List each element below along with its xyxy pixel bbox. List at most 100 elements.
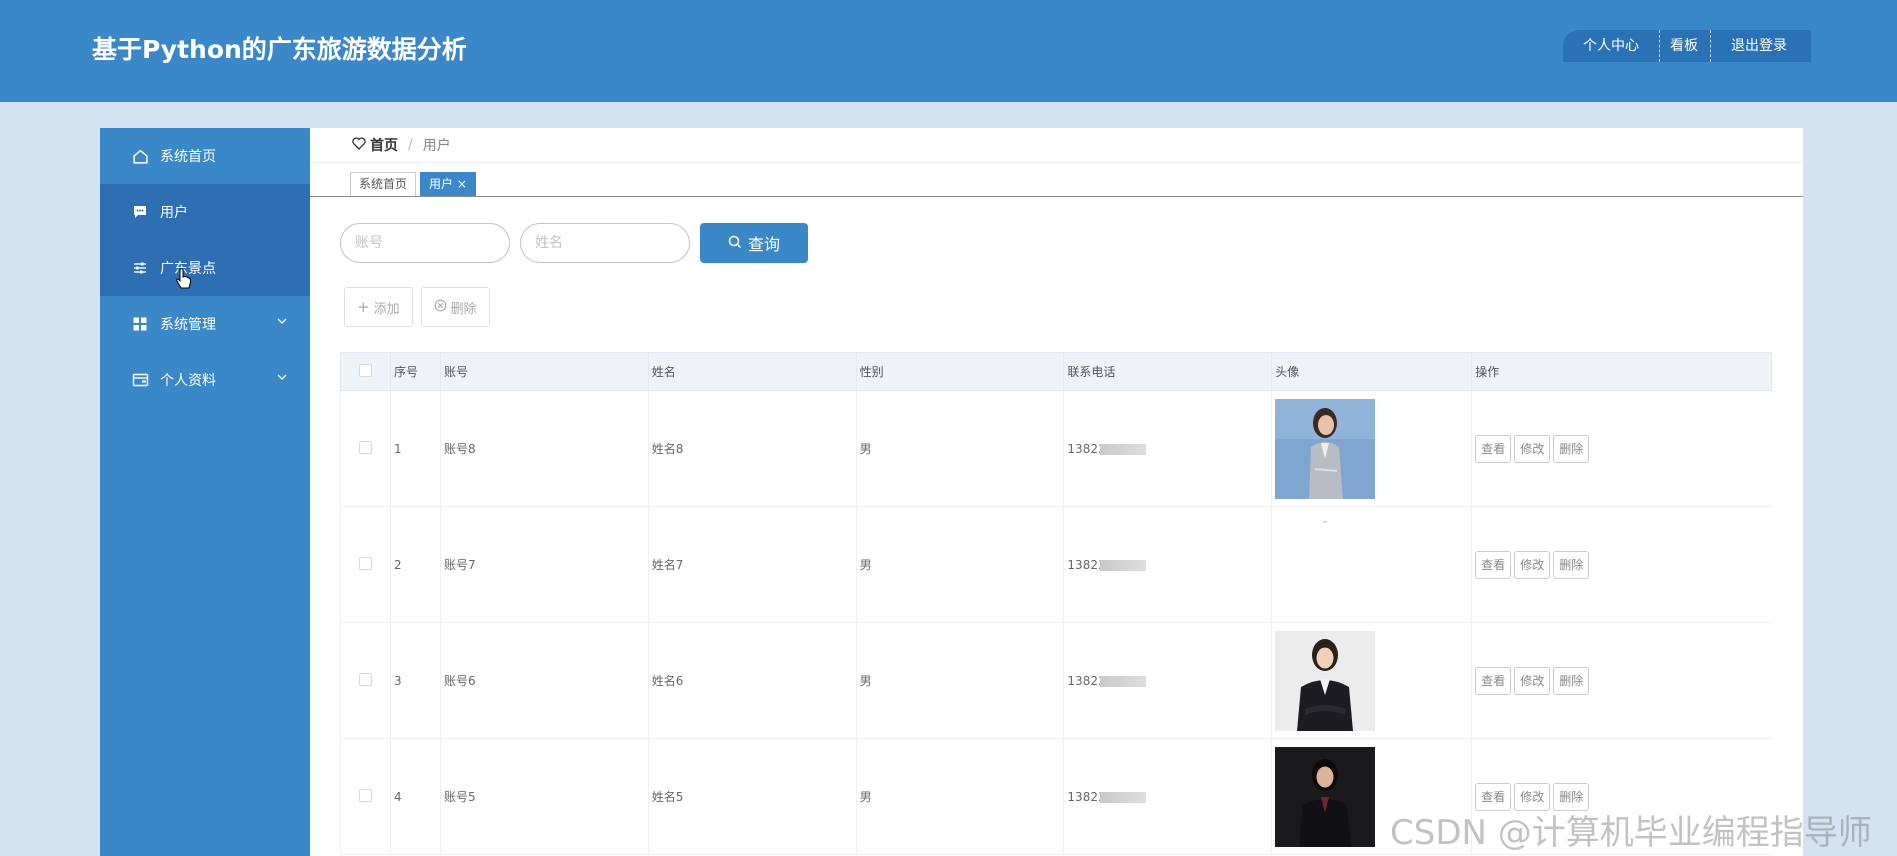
sidebar-item-attractions[interactable]: 广东景点: [100, 240, 310, 296]
heart-icon: [352, 136, 366, 154]
sidebar: 系统首页 用户 广东景点 系统管理 个人资料: [100, 128, 310, 856]
edit-button[interactable]: 修改: [1514, 666, 1551, 695]
row-actions: 查看 修改 删除: [1471, 390, 1772, 507]
main-area: 查询 + 添加 删除: [310, 197, 1803, 856]
row-checkbox[interactable]: [358, 672, 372, 686]
delete-button-label: 删除: [450, 301, 477, 317]
plus-icon: +: [357, 298, 370, 316]
row-actions: 查看 修改 删除: [1471, 622, 1772, 739]
batch-delete-button[interactable]: 删除: [420, 287, 490, 327]
delete-button[interactable]: 删除: [1553, 434, 1590, 463]
chat-icon: [130, 202, 150, 222]
phone-redaction: [1099, 791, 1146, 803]
mouse-cursor-icon: [176, 268, 192, 294]
column-header: 操作: [1471, 352, 1772, 391]
add-button[interactable]: + 添加: [344, 287, 413, 327]
watermark: CSDN @计算机毕业编程指导师: [1390, 813, 1872, 853]
sidebar-item-home[interactable]: 系统首页: [100, 128, 310, 184]
search-button[interactable]: 查询: [700, 223, 808, 263]
search-bar: 查询: [340, 223, 808, 263]
search-icon: [728, 234, 748, 253]
action-bar: + 添加 删除: [344, 287, 498, 327]
column-header: 头像: [1271, 352, 1473, 391]
row-gender: 男: [855, 738, 1064, 855]
sidebar-item-label: 用户: [160, 205, 188, 221]
sidebar-item-label: 个人资料: [160, 373, 216, 389]
delete-button[interactable]: 删除: [1553, 666, 1590, 695]
avatar-broken-image: [1323, 520, 1328, 522]
home-icon: [130, 146, 150, 166]
column-header: 联系电话: [1063, 352, 1273, 391]
account-search-input[interactable]: [340, 223, 510, 263]
add-button-label: 添加: [373, 301, 400, 317]
name-search-input[interactable]: [520, 223, 690, 263]
row-checkbox[interactable]: [358, 788, 372, 802]
top-bar: 基于Python的广东旅游数据分析 个人中心 看板 退出登录: [0, 0, 1897, 102]
row-phone-cell: 13823: [1063, 390, 1272, 507]
app-title: 基于Python的广东旅游数据分析: [92, 35, 467, 64]
column-header: 性别: [855, 352, 1065, 391]
sliders-icon: [130, 258, 150, 278]
select-all-checkbox[interactable]: [358, 363, 372, 377]
wallet-icon: [130, 370, 150, 390]
sidebar-item-system-management[interactable]: 系统管理: [100, 296, 310, 352]
row-name: 姓名6: [647, 622, 857, 739]
row-name: 姓名5: [647, 738, 857, 855]
avatar: [1275, 398, 1376, 499]
row-account: 账号7: [439, 506, 649, 623]
nav-profile-link[interactable]: 个人中心: [1563, 30, 1659, 62]
table-header-row: 序号 账号 姓名 性别 联系电话 头像 操作: [340, 352, 1772, 391]
row-account: 账号6: [439, 622, 649, 739]
row-phone-cell: 13823: [1063, 738, 1272, 855]
view-button[interactable]: 查看: [1475, 550, 1512, 579]
chevron-down-icon: [276, 315, 288, 331]
row-index: 4: [389, 738, 441, 855]
table-row: 2 账号7 姓名7 男 13823 查看 修改 删除: [340, 506, 1772, 623]
tab-users[interactable]: 用户 ×: [420, 172, 476, 196]
sidebar-item-label: 系统管理: [160, 317, 216, 333]
column-header: 姓名: [647, 352, 857, 391]
sidebar-item-personal-info[interactable]: 个人资料: [100, 352, 310, 408]
avatar: [1275, 746, 1376, 847]
row-gender: 男: [855, 622, 1064, 739]
tab-bar: 系统首页 用户 ×: [310, 163, 1803, 197]
row-account: 账号8: [439, 390, 649, 507]
row-actions: 查看 修改 删除: [1471, 506, 1772, 623]
row-name: 姓名7: [647, 506, 857, 623]
row-index: 2: [389, 506, 441, 623]
edit-button[interactable]: 修改: [1514, 434, 1551, 463]
column-header: 账号: [439, 352, 649, 391]
view-button[interactable]: 查看: [1475, 434, 1512, 463]
view-button[interactable]: 查看: [1475, 666, 1512, 695]
nav-dashboard-link[interactable]: 看板: [1659, 30, 1710, 62]
phone-redaction: [1099, 443, 1146, 455]
row-avatar-cell: [1271, 390, 1472, 507]
breadcrumb-current: 用户: [422, 138, 451, 154]
tab-home[interactable]: 系统首页: [350, 172, 417, 196]
sidebar-item-label: 系统首页: [160, 149, 216, 165]
grid-icon: [130, 314, 150, 334]
phone-redaction: [1099, 675, 1146, 687]
chevron-down-icon: [276, 371, 288, 387]
breadcrumb-home[interactable]: 首页: [370, 135, 398, 155]
avatar: [1275, 630, 1376, 731]
search-button-label: 查询: [747, 235, 780, 254]
row-index: 1: [389, 390, 441, 507]
nav-logout-link[interactable]: 退出登录: [1710, 30, 1811, 62]
breadcrumb: 首页 / 用户: [310, 128, 1803, 163]
breadcrumb-separator: /: [408, 137, 413, 153]
row-checkbox[interactable]: [358, 556, 372, 570]
table-row: 1 账号8 姓名8 男 13823 查看 修改 删除: [340, 390, 1772, 507]
row-index: 3: [389, 622, 441, 739]
row-phone-cell: 13823: [1063, 506, 1272, 623]
row-gender: 男: [855, 506, 1064, 623]
row-account: 账号5: [439, 738, 649, 855]
delete-button[interactable]: 删除: [1553, 550, 1590, 579]
column-header: 序号: [389, 352, 441, 391]
row-checkbox[interactable]: [358, 440, 372, 454]
row-phone-cell: 13823: [1063, 622, 1272, 739]
sidebar-item-users[interactable]: 用户: [100, 184, 310, 240]
row-name: 姓名8: [647, 390, 857, 507]
content-panel: 首页 / 用户 系统首页 用户 × 查询 + 添加: [310, 128, 1803, 856]
edit-button[interactable]: 修改: [1514, 550, 1551, 579]
